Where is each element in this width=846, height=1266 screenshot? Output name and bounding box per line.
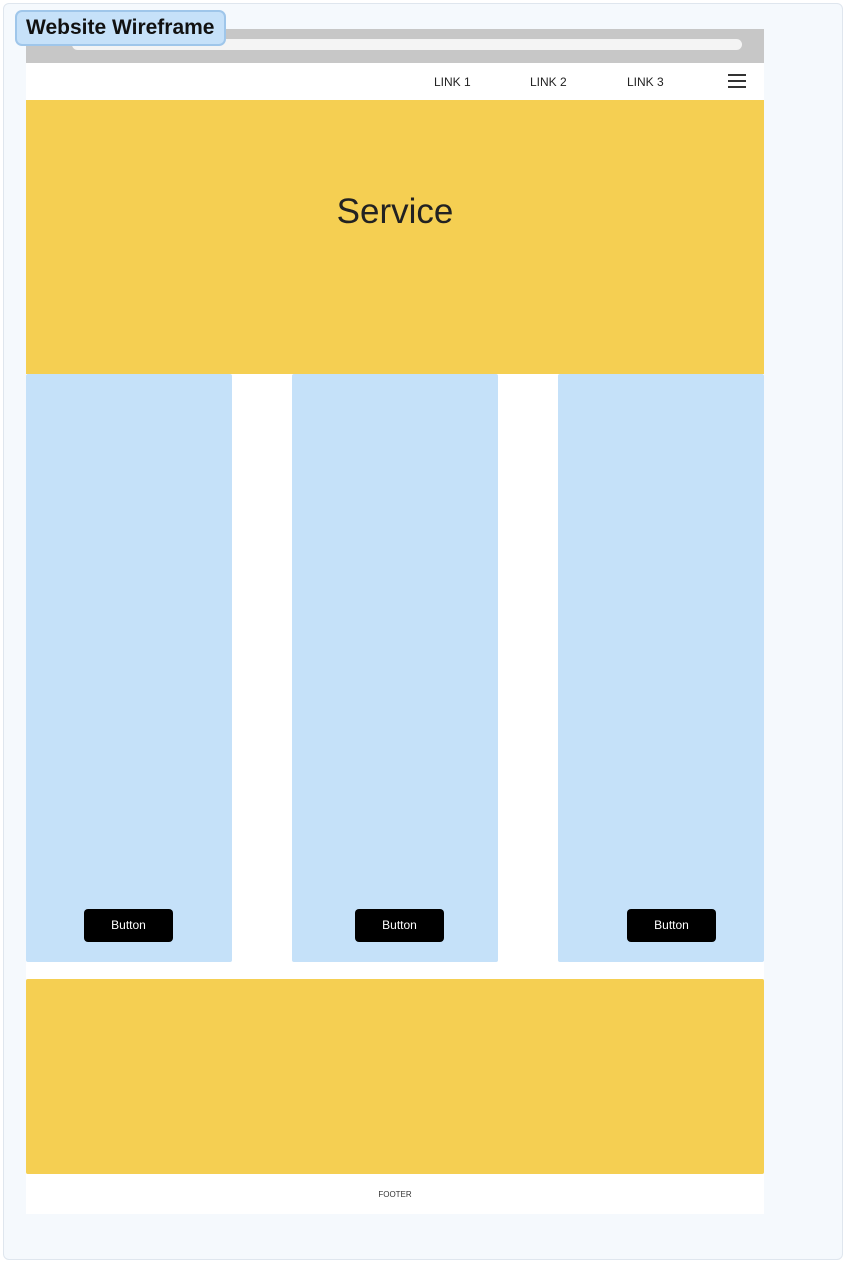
footer-banner — [26, 979, 764, 1174]
hero-section: Service — [26, 100, 764, 374]
card-1: Button — [26, 374, 232, 962]
nav-link-3[interactable]: LINK 3 — [627, 75, 664, 89]
card-1-button[interactable]: Button — [84, 909, 173, 942]
cards-section: Button Button Button — [26, 374, 764, 962]
section-spacer — [26, 962, 764, 979]
hamburger-menu-icon[interactable] — [728, 73, 746, 89]
hero-title: Service — [336, 192, 454, 231]
card-3: Button — [558, 374, 764, 962]
frame-label: Website Wireframe — [15, 10, 226, 46]
nav-link-2[interactable]: LINK 2 — [530, 75, 567, 89]
nav-link-1[interactable]: LINK 1 — [434, 75, 471, 89]
navbar: LINK 1 LINK 2 LINK 3 — [26, 63, 764, 100]
footer: FOOTER — [26, 1174, 764, 1214]
card-3-button[interactable]: Button — [627, 909, 716, 942]
card-2: Button — [292, 374, 498, 962]
card-2-button[interactable]: Button — [355, 909, 444, 942]
footer-text: FOOTER — [378, 1190, 412, 1199]
